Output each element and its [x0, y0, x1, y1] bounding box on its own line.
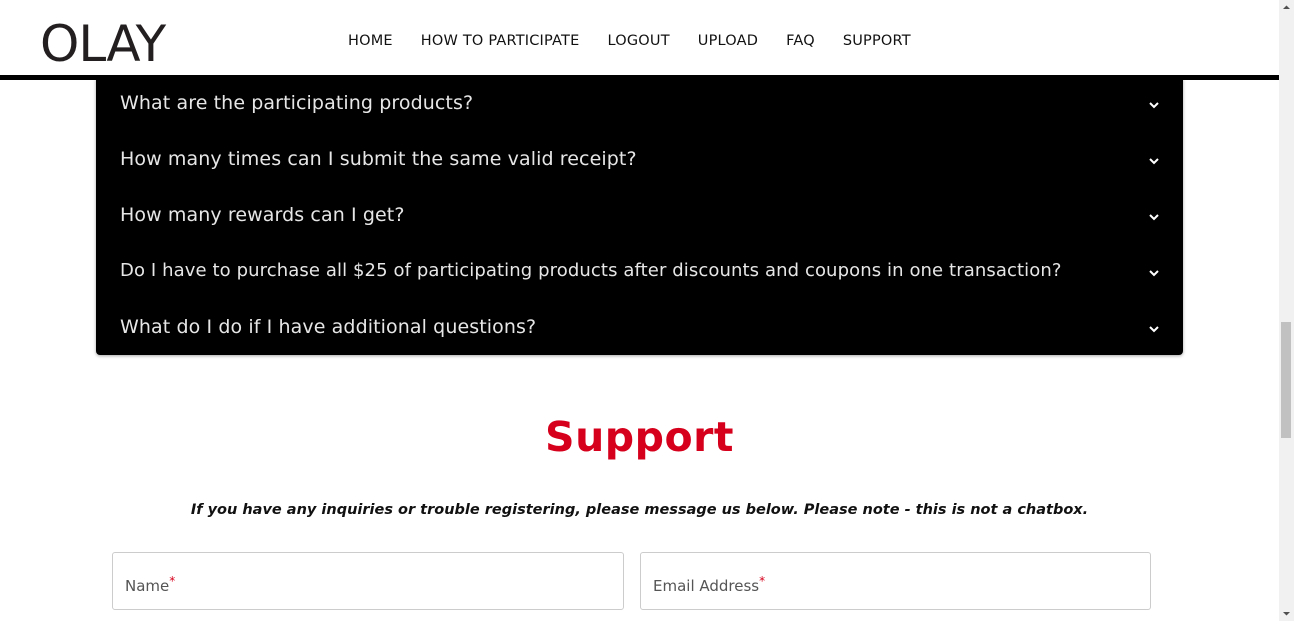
site-header: OLAY HOME HOW TO PARTICIPATE LOGOUT UPLO… — [0, 0, 1279, 80]
nav-how-to-participate[interactable]: HOW TO PARTICIPATE — [421, 33, 580, 49]
chevron-down-icon — [1149, 214, 1159, 221]
page-scrollbar[interactable] — [1279, 0, 1294, 621]
chevron-down-icon — [1149, 326, 1159, 333]
support-title: Support — [545, 413, 734, 461]
email-input[interactable] — [641, 553, 1150, 609]
faq-accordion: What are the participating products? How… — [96, 78, 1183, 355]
nav-upload[interactable]: UPLOAD — [698, 33, 758, 49]
nav-faq[interactable]: FAQ — [786, 33, 815, 49]
olay-logo[interactable]: OLAY — [40, 12, 166, 76]
faq-question: How many times can I submit the same val… — [120, 148, 637, 170]
chevron-down-icon — [1149, 102, 1159, 109]
chevron-down-icon — [1149, 270, 1159, 277]
main-nav: HOME HOW TO PARTICIPATE LOGOUT UPLOAD FA… — [348, 33, 939, 49]
scroll-up-arrow-icon[interactable] — [1279, 0, 1294, 15]
faq-item[interactable]: What are the participating products? — [96, 78, 1183, 134]
faq-question: How many rewards can I get? — [120, 204, 405, 226]
faq-question: What do I do if I have additional questi… — [120, 316, 537, 338]
chevron-down-icon — [1149, 158, 1159, 165]
faq-question: Do I have to purchase all $25 of partici… — [120, 260, 1062, 281]
faq-item[interactable]: What do I do if I have additional questi… — [96, 302, 1183, 358]
page: OLAY HOME HOW TO PARTICIPATE LOGOUT UPLO… — [0, 0, 1294, 621]
faq-question: What are the participating products? — [120, 92, 474, 114]
email-field[interactable]: Email Address* — [640, 552, 1151, 610]
name-input[interactable] — [113, 553, 623, 609]
nav-home[interactable]: HOME — [348, 33, 393, 49]
faq-item[interactable]: Do I have to purchase all $25 of partici… — [96, 246, 1183, 302]
nav-logout[interactable]: LOGOUT — [607, 33, 669, 49]
name-field[interactable]: Name* — [112, 552, 624, 610]
support-note: If you have any inquiries or trouble reg… — [190, 502, 1089, 518]
faq-item[interactable]: How many rewards can I get? — [96, 190, 1183, 246]
faq-item[interactable]: How many times can I submit the same val… — [96, 134, 1183, 190]
scroll-down-arrow-icon[interactable] — [1279, 606, 1294, 621]
scroll-thumb[interactable] — [1281, 322, 1291, 438]
nav-support[interactable]: SUPPORT — [843, 33, 911, 49]
